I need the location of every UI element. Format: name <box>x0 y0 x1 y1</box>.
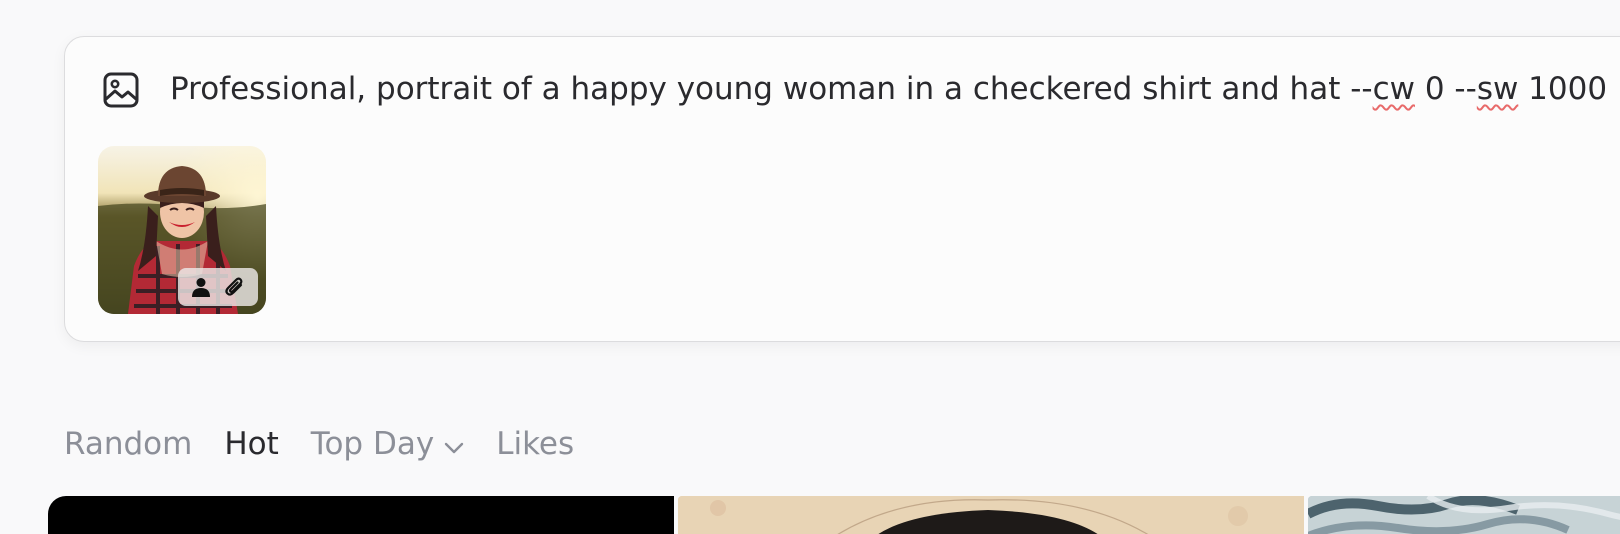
prompt-segment-misspelled: sw <box>1476 71 1519 107</box>
prompt-segment: 0 -- <box>1415 71 1477 107</box>
tab-top-day[interactable]: Top Day <box>311 426 464 462</box>
page: Professional, portrait of a happy young … <box>0 0 1620 534</box>
person-icon[interactable] <box>190 276 212 298</box>
prompt-card[interactable]: Professional, portrait of a happy young … <box>64 36 1620 342</box>
tab-label: Hot <box>224 426 279 462</box>
prompt-segment-misspelled: cw <box>1372 71 1415 107</box>
image-icon <box>102 71 140 109</box>
gallery-image[interactable] <box>48 496 674 534</box>
prompt-text[interactable]: Professional, portrait of a happy young … <box>170 67 1607 112</box>
tab-hot[interactable]: Hot <box>224 426 278 462</box>
tab-random[interactable]: Random <box>64 426 192 462</box>
tab-label: Top Day <box>310 426 435 462</box>
reference-image-thumbnail[interactable] <box>98 146 266 314</box>
chevron-down-icon <box>444 426 464 462</box>
sort-tabs: Random Hot Top Day Likes <box>64 422 606 466</box>
thumbnail-badge <box>178 268 258 306</box>
gallery-image[interactable] <box>678 496 1304 534</box>
prompt-segment: Professional, portrait of a happy young … <box>170 71 1373 107</box>
tab-label: Likes <box>496 426 575 462</box>
prompt-segment: 1000 <box>1518 71 1608 107</box>
tab-label: Random <box>64 426 193 462</box>
gallery-image[interactable] <box>1308 496 1620 534</box>
paperclip-icon[interactable] <box>223 275 247 299</box>
tab-likes[interactable]: Likes <box>496 426 574 462</box>
